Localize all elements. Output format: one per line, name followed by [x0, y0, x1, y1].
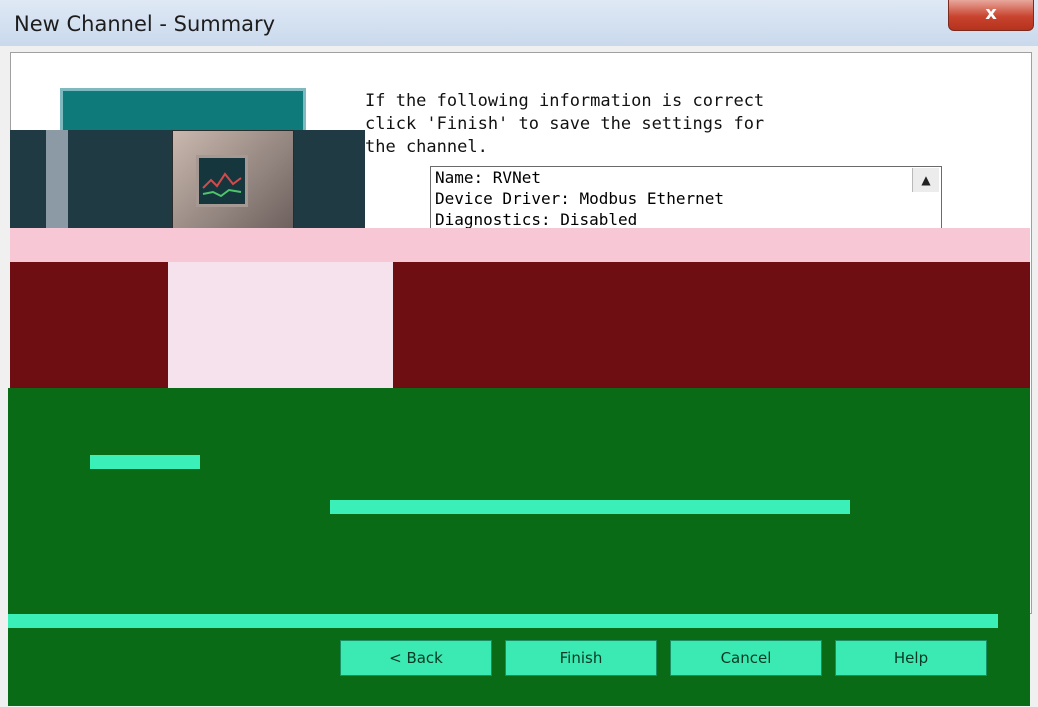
help-button[interactable]: Help: [835, 640, 987, 676]
render-artifact-bar: [330, 500, 850, 514]
title-bar: New Channel - Summary x: [0, 0, 1038, 47]
finish-button[interactable]: Finish: [505, 640, 657, 676]
cancel-button[interactable]: Cancel: [670, 640, 822, 676]
device-screen-icon: [196, 155, 248, 207]
summary-line-name: Name: RVNet: [435, 168, 541, 187]
scroll-up-button[interactable]: ▲: [912, 168, 939, 192]
back-button[interactable]: < Back: [340, 640, 492, 676]
close-icon: x: [985, 3, 997, 24]
close-button[interactable]: x: [948, 0, 1034, 31]
summary-line-driver: Device Driver: Modbus Ethernet: [435, 189, 724, 208]
window-title: New Channel - Summary: [14, 12, 276, 36]
render-artifact-light: [168, 262, 393, 388]
render-artifact-maroon: [10, 262, 1030, 388]
summary-line-diagnostics: Diagnostics: Disabled: [435, 210, 638, 229]
render-artifact-pink: [10, 228, 1030, 264]
intro-text: If the following information is correct …: [365, 91, 765, 157]
artwork-stripe: [46, 130, 68, 230]
arrow-up-icon: ▲: [921, 173, 931, 187]
render-artifact-bar: [90, 455, 200, 469]
wizard-button-row: < Back Finish Cancel Help: [340, 640, 1000, 696]
render-artifact-bar: [8, 614, 998, 628]
